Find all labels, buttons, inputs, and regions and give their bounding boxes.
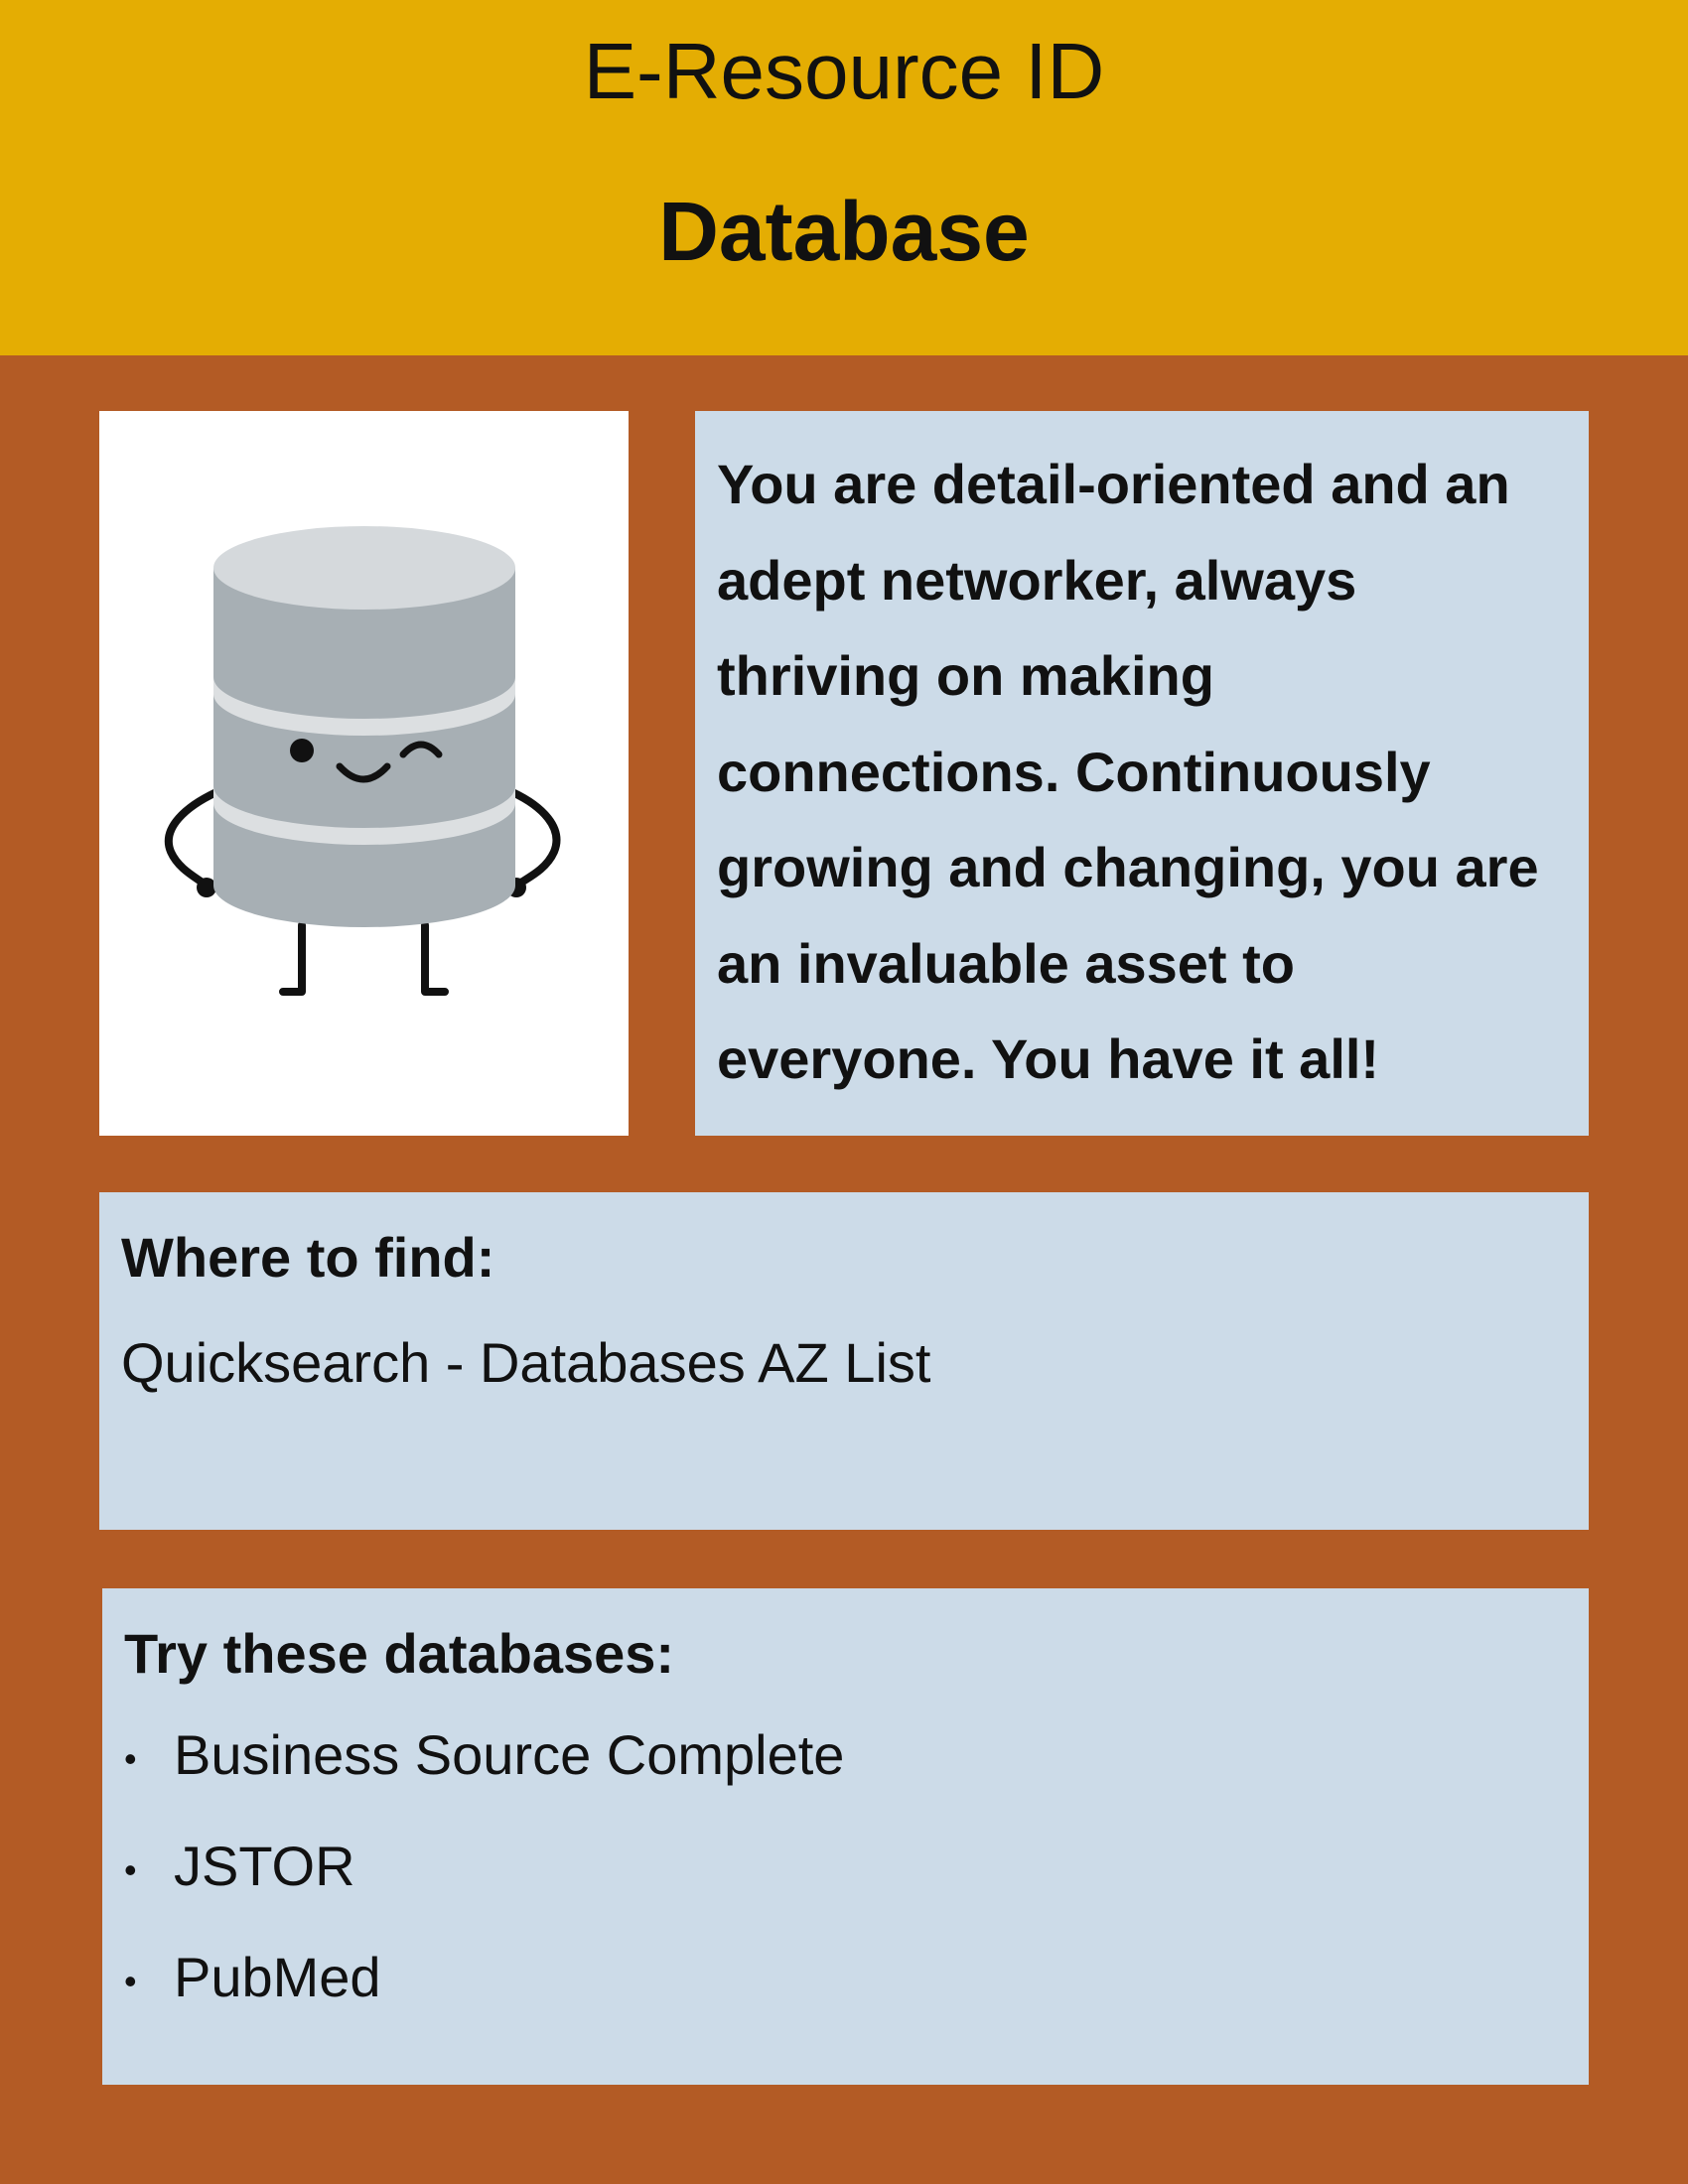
description-text: You are detail-oriented and an adept net… [717, 453, 1539, 1090]
bullet-icon: • [124, 1738, 137, 1779]
list-item: • PubMed [124, 1942, 1567, 2013]
header-banner: E-Resource ID Database [0, 0, 1688, 355]
database-name: PubMed [174, 1946, 381, 2008]
database-list: • Business Source Complete • JSTOR • PubMed [124, 1719, 1567, 2013]
database-name: JSTOR [174, 1835, 355, 1897]
try-databases-panel: Try these databases: • Business Source Co… [102, 1588, 1589, 2085]
mascot-image [99, 411, 629, 1136]
page-subtitle: Database [658, 185, 1030, 278]
where-to-find-panel: Where to find: Quicksearch - Databases A… [99, 1192, 1589, 1530]
list-item: • Business Source Complete [124, 1719, 1567, 1791]
list-item: • JSTOR [124, 1831, 1567, 1902]
description-panel: You are detail-oriented and an adept net… [695, 411, 1589, 1136]
database-name: Business Source Complete [174, 1723, 845, 1786]
try-databases-heading: Try these databases: [124, 1622, 675, 1685]
bullet-icon: • [124, 1849, 137, 1890]
where-to-find-value: Quicksearch - Databases AZ List [121, 1331, 931, 1394]
where-to-find-heading: Where to find: [121, 1226, 495, 1289]
database-mascot-icon [165, 526, 561, 996]
page-title: E-Resource ID [583, 27, 1105, 115]
bullet-icon: • [124, 1961, 137, 2001]
